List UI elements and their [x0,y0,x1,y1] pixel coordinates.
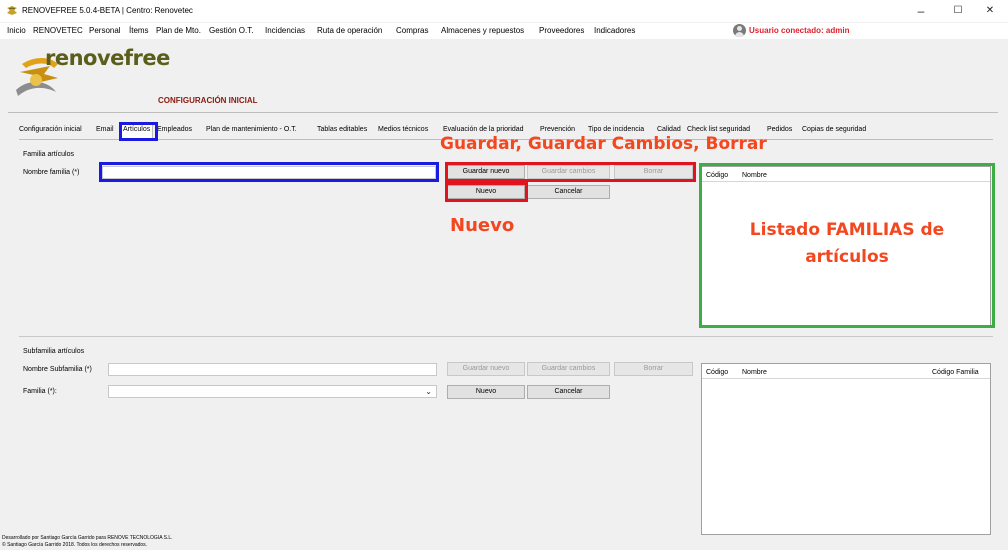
section-divider [19,336,993,337]
window-title: RENOVEFREE 5.0.4-BETA | Centro: Renovete… [22,6,193,15]
subfamilia-name-input[interactable] [108,363,437,376]
tab-tipo-incidencia[interactable]: Tipo de incidencia [588,126,644,133]
subfamilia-list-col-nombre[interactable]: Nombre [742,369,767,376]
close-button[interactable]: ✕ [974,2,1006,20]
tab-email[interactable]: Email [96,126,114,133]
menu-indicadores[interactable]: Indicadores [594,26,635,35]
menu-personal[interactable]: Personal [89,26,121,35]
tab-calidad[interactable]: Calidad [657,126,681,133]
tab-plan-mantenimiento[interactable]: Plan de mantenimiento - O.T. [206,126,297,133]
menu-ruta-operacion[interactable]: Ruta de operación [317,26,382,35]
user-avatar-icon [733,24,746,37]
familia-cancelar-button[interactable]: Cancelar [527,185,610,199]
subfamilia-list[interactable]: Código Nombre Código Familia [701,363,991,535]
footer-developer: Desarrollado por Santiago García Garrido… [2,535,173,541]
connected-user-label: Usuario conectado: admin [749,26,850,35]
annotation-box-familia-input [99,162,439,182]
app-logo-icon [7,6,17,15]
logo-text: renovefree [45,46,170,70]
header-divider [8,112,998,113]
menu-almacenes[interactable]: Almacenes y repuestos [441,26,524,35]
tab-copias-seguridad[interactable]: Copias de seguridad [802,126,866,133]
menu-proveedores[interactable]: Proveedores [539,26,584,35]
annotation-box-guardar-buttons [445,162,696,182]
tab-evaluacion-prioridad[interactable]: Evaluación de la prioridad [443,126,524,133]
tab-tablas-editables[interactable]: Tablas editables [317,126,367,133]
annotation-label-listado-line1: Listado FAMILIAS de [749,220,945,240]
title-bar: RENOVEFREE 5.0.4-BETA | Centro: Renovete… [0,0,1008,22]
subfamilia-list-col-codigo[interactable]: Código [706,369,728,376]
annotation-label-nuevo: Nuevo [450,215,515,236]
menu-gestion-ot[interactable]: Gestión O.T. [209,26,253,35]
subfamilia-guardar-cambios-button[interactable]: Guardar cambios [527,362,610,376]
subfamilia-name-label: Nombre Subfamilia (*) [23,366,92,373]
tab-empleados[interactable]: Empleados [157,126,192,133]
annotation-box-nuevo-button [445,182,528,202]
footer-copyright: © Santiago García Garrido 2018. Todos lo… [2,542,148,548]
main-content: renovefree CONFIGURACIÓN INICIAL Configu… [0,40,1008,550]
subfamilia-cancelar-button[interactable]: Cancelar [527,385,610,399]
tab-configuracion-inicial[interactable]: Configuración inicial [19,126,82,133]
tab-prevencion[interactable]: Prevención [540,126,575,133]
subfamilia-list-header-line [702,378,990,379]
menu-items[interactable]: Ítems [129,26,149,35]
menu-incidencias[interactable]: Incidencias [265,26,305,35]
subfamilia-guardar-nuevo-button[interactable]: Guardar nuevo [447,362,525,376]
tab-check-list-seguridad[interactable]: Check list seguridad [687,126,750,133]
menu-bar: Inicio RENOVETEC Personal Ítems Plan de … [0,23,1008,39]
menu-compras[interactable]: Compras [396,26,428,35]
annotation-label-guardar: Guardar, Guardar Cambios, Borrar [440,134,767,154]
page-title: CONFIGURACIÓN INICIAL [158,96,258,105]
subfamilia-group-title: Subfamilia artículos [23,348,85,355]
minimize-button[interactable]: – [905,2,937,20]
menu-inicio[interactable]: Inicio [7,26,26,35]
menu-plan-mto[interactable]: Plan de Mto. [156,26,201,35]
maximize-button[interactable]: ☐ [942,2,974,20]
annotation-label-listado-line2: artículos [805,247,889,267]
subfamilia-familia-label: Familia (*): [23,388,57,395]
subfamilia-familia-select[interactable]: ⌄ [108,385,437,398]
familia-name-label: Nombre familia (*) [23,169,80,176]
annotation-box-familia-list [699,163,995,328]
tab-pedidos[interactable]: Pedidos [767,126,792,133]
tab-medios-tecnicos[interactable]: Medios técnicos [378,126,428,133]
subfamilia-list-col-codigo-familia[interactable]: Código Familia [932,369,979,376]
menu-renovetec[interactable]: RENOVETEC [33,26,83,35]
subfamilia-nuevo-button[interactable]: Nuevo [447,385,525,399]
subfamilia-borrar-button[interactable]: Borrar [614,362,693,376]
familia-group-title: Familia artículos [23,151,74,158]
annotation-box-articulos-tab [119,122,158,141]
chevron-down-icon[interactable]: ⌄ [425,387,432,396]
